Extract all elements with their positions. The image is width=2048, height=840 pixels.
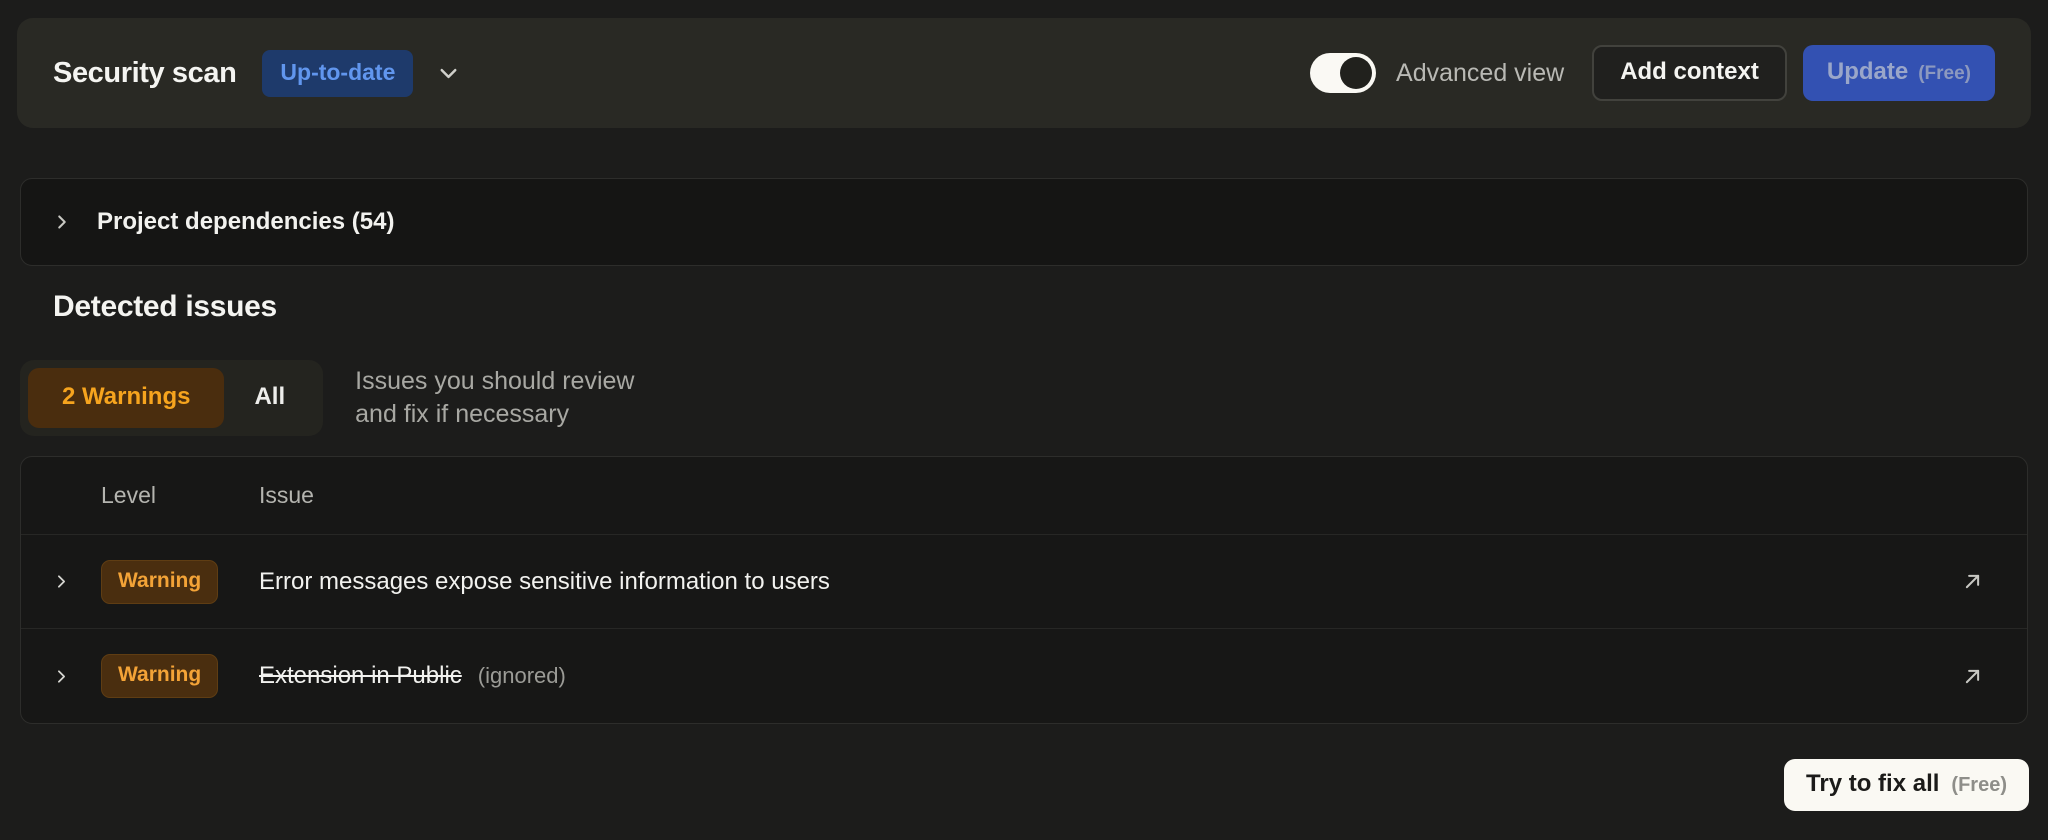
warning-level-badge: Warning	[101, 654, 218, 698]
issue-column-header: Issue	[259, 482, 314, 509]
toggle-knob	[1340, 57, 1372, 89]
issues-description-line2: and fix if necessary	[355, 398, 634, 431]
update-free-badge: (Free)	[1918, 63, 1971, 85]
issue-title-ignored: Extension in Public	[259, 662, 462, 690]
ignored-status-label: (ignored)	[478, 663, 566, 689]
warning-level-badge: Warning	[101, 560, 218, 604]
status-badge: Up-to-date	[262, 50, 413, 97]
try-to-fix-all-button[interactable]: Try to fix all (Free)	[1784, 759, 2029, 811]
project-dependencies-label: Project dependencies (54)	[97, 208, 394, 236]
level-column-header: Level	[101, 482, 156, 509]
detected-issues-heading: Detected issues	[53, 290, 2048, 324]
issues-table: Level Issue Warning Error messages expos…	[20, 456, 2028, 724]
update-button-label: Update	[1827, 58, 1908, 86]
fix-all-free-badge: (Free)	[1951, 774, 2007, 797]
issues-description-line1: Issues you should review	[355, 365, 634, 398]
advanced-view-label: Advanced view	[1396, 59, 1564, 88]
status-dropdown-button[interactable]	[431, 56, 466, 91]
project-dependencies-expander[interactable]: Project dependencies (54)	[20, 178, 2028, 266]
external-link-arrow-icon	[1959, 663, 1986, 690]
issues-filter-row: 2 Warnings All Issues you should review …	[20, 360, 2028, 436]
add-context-button[interactable]: Add context	[1592, 45, 1787, 101]
open-issue-button[interactable]	[1953, 562, 1992, 601]
row-expand-button[interactable]	[45, 660, 78, 693]
issues-filter-tabs: 2 Warnings All	[20, 360, 323, 436]
row-expand-button[interactable]	[45, 565, 78, 598]
table-header-row: Level Issue	[21, 457, 2027, 535]
header-bar: Security scan Up-to-date Advanced view A…	[17, 18, 2031, 128]
table-row: Warning Error messages expose sensitive …	[21, 535, 2027, 629]
chevron-right-icon	[51, 666, 72, 687]
issue-title: Error messages expose sensitive informat…	[259, 568, 830, 596]
chevron-right-icon	[51, 211, 73, 233]
chevron-down-icon	[435, 60, 462, 87]
security-scan-page: Security scan Up-to-date Advanced view A…	[0, 18, 2048, 840]
table-row: Warning Extension in Public (ignored)	[21, 629, 2027, 723]
tab-warnings[interactable]: 2 Warnings	[28, 368, 224, 428]
external-link-arrow-icon	[1959, 568, 1986, 595]
header-actions: Advanced view Add context Update (Free)	[1310, 45, 1995, 101]
page-title: Security scan	[53, 57, 236, 90]
tab-all[interactable]: All	[224, 368, 315, 428]
update-button[interactable]: Update (Free)	[1803, 45, 1995, 101]
fix-all-label: Try to fix all	[1806, 770, 1939, 798]
issues-description: Issues you should review and fix if nece…	[355, 365, 634, 431]
advanced-view-toggle[interactable]	[1310, 53, 1376, 93]
chevron-right-icon	[51, 571, 72, 592]
open-issue-button[interactable]	[1953, 657, 1992, 696]
